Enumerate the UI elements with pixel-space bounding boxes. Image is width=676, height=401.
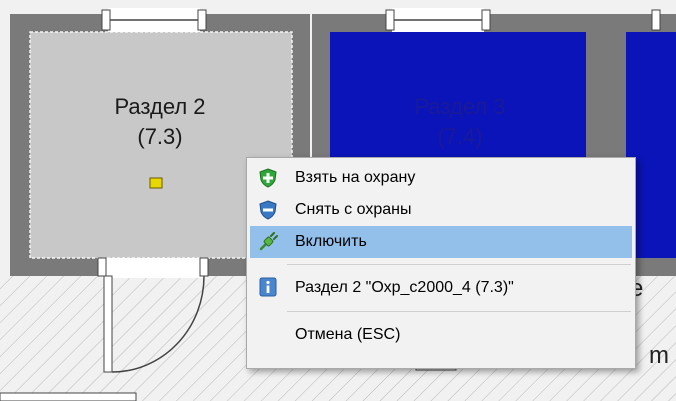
- menu-item-info[interactable]: Раздел 2 "Охр_с2000_4 (7.3)": [250, 271, 632, 305]
- menu-item-label: Взять на охрану: [295, 169, 416, 186]
- menu-item-label: Раздел 2 "Охр_с2000_4 (7.3)": [295, 279, 514, 296]
- menu-item-label: Включить: [295, 233, 367, 250]
- menu-item-disarm[interactable]: Снять с охраны: [250, 194, 632, 226]
- room2-code: (7.3): [137, 124, 183, 149]
- shield-minus-icon: [259, 200, 277, 220]
- info-icon: [259, 277, 277, 297]
- room2-top-door: [101, 8, 207, 32]
- floor-text-m: m: [649, 342, 669, 369]
- room4-top-door: [651, 9, 661, 31]
- menu-item-label: Отмена (ESC): [295, 326, 401, 343]
- context-menu: Взять на охрану Снять с охраны Включить …: [246, 157, 636, 369]
- room3-label: Раздел 3 (7.4): [330, 92, 590, 152]
- menu-item-label: Снять с охраны: [295, 201, 412, 218]
- menu-separator: [287, 311, 631, 312]
- menu-item-cancel[interactable]: Отмена (ESC): [250, 318, 632, 352]
- room2-title: Раздел 2: [114, 94, 206, 119]
- status-indicator[interactable]: [149, 177, 163, 189]
- plug-icon: [259, 232, 278, 251]
- room3-code: (7.4): [437, 124, 483, 149]
- menu-separator: [287, 264, 631, 265]
- room3-top-door: [385, 8, 491, 32]
- menu-item-enable[interactable]: Включить: [250, 226, 632, 258]
- room2-label: Раздел 2 (7.3): [40, 92, 280, 152]
- shield-plus-icon: [259, 168, 277, 188]
- menu-item-arm[interactable]: Взять на охрану: [250, 162, 632, 194]
- room3-title: Раздел 3: [414, 94, 506, 119]
- wall-fragment: [0, 392, 137, 401]
